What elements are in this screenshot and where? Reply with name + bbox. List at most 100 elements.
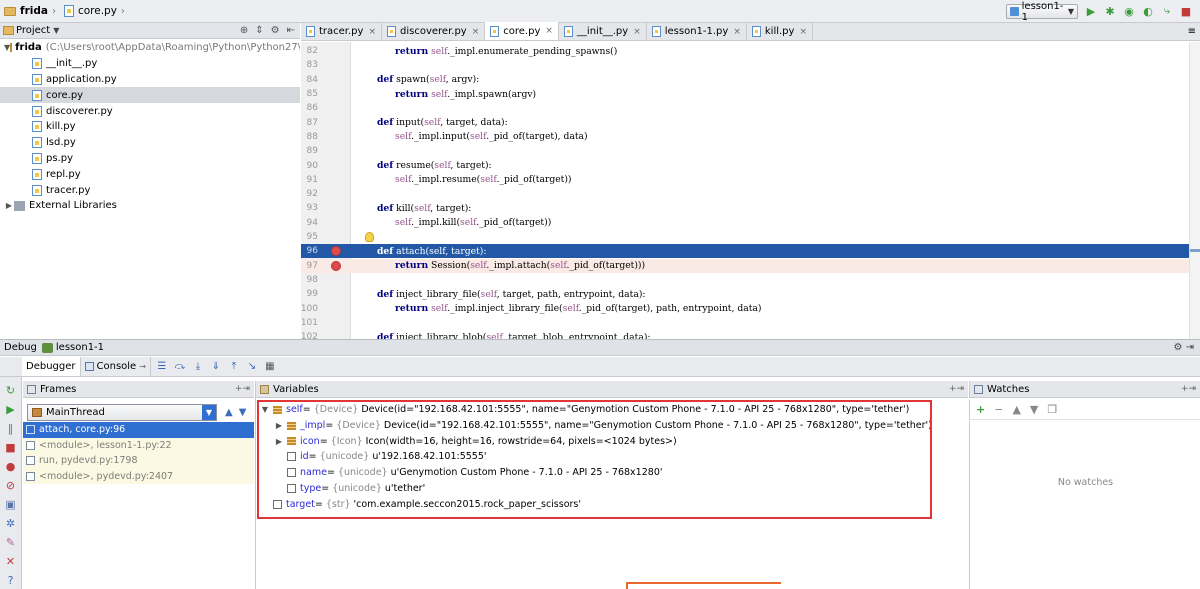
code-line[interactable]: 82 return self._impl.enumerate_pending_sp… [301, 44, 1189, 58]
pause-icon[interactable]: ‖ [4, 421, 18, 435]
tree-item-file[interactable]: kill.py [0, 119, 300, 135]
arrow-down-icon[interactable]: ▼ [239, 407, 247, 418]
rerun-icon[interactable]: ↻ [4, 383, 18, 397]
hide-panel-icon[interactable]: ⇤ [287, 25, 295, 36]
sync-icon[interactable]: ⊕ [240, 25, 248, 36]
move-up-icon[interactable]: ▲ [1012, 403, 1020, 416]
close-icon[interactable]: × [733, 27, 741, 37]
profile-icon[interactable]: ◐ [1141, 3, 1155, 19]
step-into-my-code-icon[interactable]: ⇓ [209, 361, 223, 373]
collapse-icon[interactable]: ⇕ [255, 25, 263, 36]
code-line[interactable]: 84 def spawn(self, argv): [301, 73, 1189, 87]
code-line[interactable]: 88 self._impl.input(self._pid_of(target),… [301, 130, 1189, 144]
debug-icon[interactable]: ✱ [1103, 3, 1117, 19]
tree-item-file[interactable]: repl.py [0, 166, 300, 182]
tab-console[interactable]: Console → [81, 357, 151, 376]
stop-icon[interactable]: ■ [4, 440, 18, 454]
add-icon[interactable]: + [976, 403, 985, 416]
tab-lesson1-1-py[interactable]: lesson1-1.py × [646, 23, 747, 40]
close-icon[interactable]: × [368, 27, 376, 37]
settings-icon[interactable]: ✲ [4, 516, 18, 530]
frame-item[interactable]: <module>, pydevd.py:2407 [23, 468, 254, 485]
run-icon[interactable]: ▶ [1084, 3, 1098, 19]
close-icon[interactable]: ✕ [4, 554, 18, 568]
tree-item-file[interactable]: lsd.py [0, 135, 300, 151]
arrow-up-icon[interactable]: ▲ [225, 407, 233, 418]
code-line[interactable]: 94 self._impl.kill(self._pid_of(target)) [301, 216, 1189, 230]
tree-external-libraries[interactable]: ▶ External Libraries [0, 198, 300, 214]
pin-icon[interactable]: → [139, 362, 146, 371]
gear-icon[interactable]: ⚙ [271, 25, 280, 36]
help-icon[interactable]: ? [4, 573, 18, 587]
attach-icon[interactable]: ⤷ [1160, 3, 1174, 19]
code-line[interactable]: 95 [301, 230, 1189, 244]
step-over-icon[interactable]: ⤼ [173, 361, 187, 373]
code-line[interactable]: 101 [301, 316, 1189, 330]
tab-init-py[interactable]: __init__.py × [558, 23, 647, 40]
close-icon[interactable]: × [472, 27, 480, 37]
restore-layout-icon[interactable]: ▣ [4, 497, 18, 511]
frame-item[interactable]: run, pydevd.py:1798 [23, 453, 254, 469]
step-out-icon[interactable]: ⤒ [227, 361, 241, 373]
tab-kill-py[interactable]: kill.py × [746, 23, 813, 40]
breakpoint-icon[interactable] [331, 260, 341, 271]
code-line[interactable]: 83 [301, 58, 1189, 72]
code-line[interactable]: 96 def attach(self, target): [301, 244, 1189, 259]
tree-root-frida[interactable]: ▼ frida (C:\Users\root\AppData\Roaming\Pyt… [0, 40, 300, 56]
tree-item-file[interactable]: ps.py [0, 151, 300, 167]
code-line[interactable]: 98 [301, 273, 1189, 287]
tab-discoverer-py[interactable]: discoverer.py × [382, 23, 486, 40]
tab-overflow-icon[interactable]: ≡ [1188, 26, 1196, 37]
code-line[interactable]: 86 [301, 101, 1189, 115]
chevron-right-icon[interactable]: ▶ [4, 201, 14, 210]
duplicate-icon[interactable]: ❐ [1047, 403, 1057, 416]
code-line[interactable]: 100 return self._impl.inject_library_file… [301, 301, 1189, 315]
code-line[interactable]: 85 return self._impl.spawn(argv) [301, 87, 1189, 101]
code-line[interactable]: 87 def input(self, target, data): [301, 116, 1189, 130]
tree-item-file[interactable]: core.py [0, 87, 300, 104]
tab-debugger[interactable]: Debugger [22, 357, 81, 376]
editor-scrollbar[interactable] [1189, 42, 1200, 339]
thread-select[interactable]: MainThread ▼ [27, 403, 217, 421]
close-icon[interactable]: × [799, 27, 807, 37]
pin-tab-icon[interactable]: ✎ [4, 535, 18, 549]
tab-core-py[interactable]: core.py × [485, 22, 559, 40]
pin-icon[interactable]: +⇥ [235, 384, 254, 394]
move-down-icon[interactable]: ▼ [1030, 403, 1038, 416]
tree-item-file[interactable]: application.py [0, 72, 300, 88]
code-line[interactable]: 102 def inject_library_blob(self, target,… [301, 330, 1189, 339]
breadcrumb-project[interactable]: frida › [0, 0, 60, 23]
frame-item[interactable]: <module>, lesson1-1.py:22 [23, 437, 254, 454]
chevron-down-icon[interactable]: ▼ [53, 26, 59, 35]
stop-icon[interactable]: ■ [1179, 3, 1193, 19]
close-icon[interactable]: × [545, 26, 553, 36]
breadcrumb-file[interactable]: core.py › [60, 0, 129, 23]
gear-icon[interactable]: ⚙ ⇥ [1173, 342, 1200, 353]
show-execution-point-icon[interactable]: ☰ [155, 361, 169, 373]
step-into-icon[interactable]: ⤓ [191, 361, 205, 373]
tree-item-file[interactable]: tracer.py [0, 182, 300, 198]
tree-item-file[interactable]: discoverer.py [0, 103, 300, 119]
mute-breakpoints-icon[interactable]: ⊘ [4, 478, 18, 492]
project-panel-title[interactable]: Project [16, 25, 50, 36]
code-line[interactable]: 90 def resume(self, target): [301, 158, 1189, 172]
tree-item-file[interactable]: __init__.py [0, 56, 300, 72]
code-line[interactable]: 92 [301, 187, 1189, 201]
run-config-select[interactable]: lesson1-1 ▼ [1006, 1, 1078, 23]
view-breakpoints-icon[interactable]: ● [4, 459, 18, 473]
remove-icon[interactable]: − [994, 403, 1003, 416]
code-editor[interactable]: 82 return self._impl.enumerate_pending_sp… [301, 42, 1200, 339]
run-to-cursor-icon[interactable]: ↘ [245, 361, 259, 373]
evaluate-icon[interactable]: ▦ [263, 361, 277, 373]
resume-icon[interactable]: ▶ [4, 402, 18, 416]
code-line[interactable]: 97 return Session(self._impl.attach(self.… [301, 258, 1189, 273]
frame-item[interactable]: attach, core.py:96 [23, 422, 254, 438]
tab-tracer-py[interactable]: tracer.py × [301, 23, 382, 40]
code-line[interactable]: 93 def kill(self, target): [301, 201, 1189, 215]
pin-icon[interactable]: +⇥ [1181, 384, 1200, 394]
code-line[interactable]: 99 def inject_library_file(self, target, … [301, 287, 1189, 301]
code-line[interactable]: 91 self._impl.resume(self._pid_of(target)… [301, 173, 1189, 187]
code-line[interactable]: 89 [301, 144, 1189, 158]
coverage-icon[interactable]: ◉ [1122, 3, 1136, 19]
pin-icon[interactable]: +⇥ [949, 384, 968, 394]
